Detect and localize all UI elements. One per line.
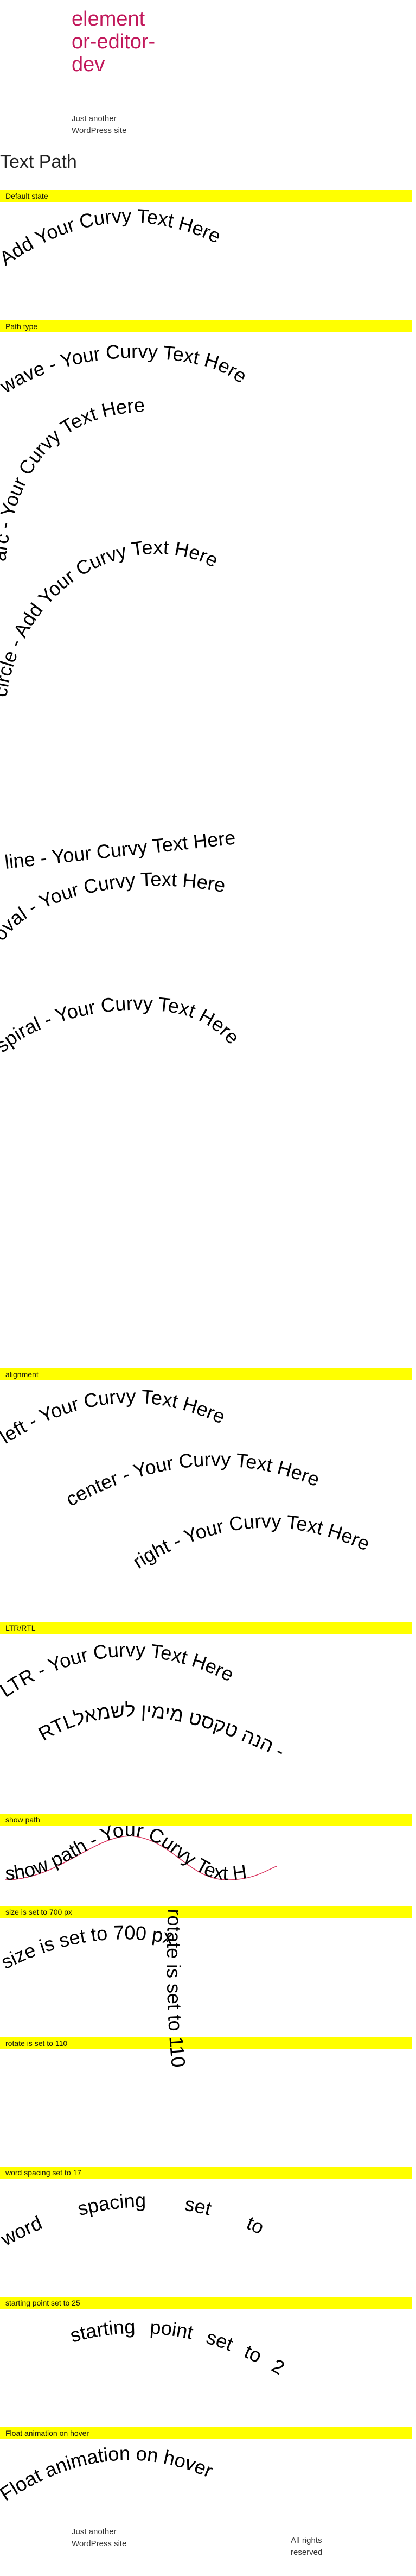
footer-rights: All rights reserved: [291, 2536, 323, 2557]
curved-text-rtl: RTLהנה טקסט מימין לשמאל -: [35, 1699, 289, 1763]
curved-text-rotate: rotate is set to 110: [163, 1909, 190, 2068]
section-band-show-path: show path: [0, 1814, 412, 1826]
curved-text-starting-point: starting point set to 25: [0, 2291, 289, 2379]
svg-text:left - Your Curvy Text Here: left - Your Curvy Text Here: [0, 1385, 228, 1448]
svg-text:show path - Your Curvy Text H: show path - Your Curvy Text H: [4, 1818, 248, 1884]
curved-text-left: left - Your Curvy Text Here: [0, 1385, 228, 1448]
curved-text-show-path: show path - Your Curvy Text H: [4, 1818, 277, 1884]
curved-text-arc: arc - Your Curvy Text Here: [0, 394, 145, 563]
curved-text-center: center - Your Curvy Text Here: [62, 1448, 323, 1511]
curved-text-default: Add Your Curvy Text Here: [0, 205, 225, 270]
section-band-starting-point: starting point set to 25: [0, 2297, 412, 2309]
curved-text-rotate-label: rotate is set to 110: [163, 1909, 190, 2068]
curved-text-line: line - Your Curvy Text Here: [3, 826, 236, 873]
page-title: Text Path: [0, 151, 77, 172]
curved-text-spiral: spiral - Your Curvy Text Here: [0, 992, 244, 1057]
section-band-path-type: Path type: [0, 320, 412, 332]
curved-text-circle: circle - Add Your Curvy Text Here: [0, 536, 222, 698]
svg-text:spiral - Your Curvy Text Here: spiral - Your Curvy Text Here: [0, 992, 244, 1057]
curved-text-wave: wave - Your Curvy Text Here: [0, 340, 251, 397]
site-title-link[interactable]: element or-editor-dev: [72, 8, 164, 76]
curved-text-float[interactable]: Float animation on hover: [0, 2439, 416, 2515]
svg-text:line - Your Curvy Text Here: line - Your Curvy Text Here: [3, 826, 236, 873]
section-band-default: Default state: [0, 190, 412, 202]
curved-text-oval: oval - Your Curvy Text Here: [0, 868, 227, 944]
svg-text:wave - Your Curvy Text Here: wave - Your Curvy Text Here: [0, 340, 251, 397]
curved-text-ltr: LTR - Your Curvy Text Here: [0, 1639, 238, 1702]
svg-text:circle - Add Your Curvy Text H: circle - Add Your Curvy Text Here: [0, 536, 222, 698]
svg-text:oval - Your Curvy Text Here: oval - Your Curvy Text Here: [0, 868, 227, 944]
curved-text-right: right - Your Curvy Text Here: [129, 1510, 373, 1573]
svg-text:right - Your Curvy Text Here: right - Your Curvy Text Here: [129, 1510, 373, 1573]
svg-text:Add Your Curvy Text Here: Add Your Curvy Text Here: [0, 205, 225, 270]
svg-text:arc - Your Curvy Text Here: arc - Your Curvy Text Here: [0, 394, 145, 563]
curved-text-word-spacing: word spacing set to 17: [0, 2161, 302, 2257]
curved-text-show-path-label: show path - Your Curvy Text H: [4, 1818, 248, 1884]
site-tagline: Just another WordPress site: [72, 114, 127, 135]
curved-text-direction: LTR - Your Curvy Text Here RTLהנה טקסט מ…: [0, 1639, 289, 1763]
footer-tagline: Just another WordPress site: [72, 2527, 127, 2548]
svg-text:RTLהנה טקסט מימין לשמאל -: RTLהנה טקסט מימין לשמאל -: [35, 1699, 289, 1763]
curved-text-default-label: Add Your Curvy Text Here: [0, 205, 225, 270]
svg-text:LTR - Your Curvy Text Here: LTR - Your Curvy Text Here: [0, 1639, 238, 1702]
curved-text-alignment: left - Your Curvy Text Here center - You…: [0, 1385, 373, 1573]
svg-text:center - Your Curvy Text Here: center - Your Curvy Text Here: [62, 1448, 323, 1511]
curved-text-float-label: Float animation on hover: [0, 2442, 216, 2505]
section-band-float: Float animation on hover: [0, 2427, 412, 2439]
section-band-word-spacing: word spacing set to 17: [0, 2167, 412, 2179]
curved-text-path-types: wave - Your Curvy Text Here arc - Your C…: [0, 340, 251, 1057]
svg-text:rotate is set to 110: rotate is set to 110: [163, 1909, 190, 2068]
section-band-alignment: alignment: [0, 1368, 412, 1380]
svg-text:Float animation on hover: Float animation on hover: [0, 2442, 216, 2505]
section-band-ltr-rtl: LTR/RTL: [0, 1622, 412, 1634]
